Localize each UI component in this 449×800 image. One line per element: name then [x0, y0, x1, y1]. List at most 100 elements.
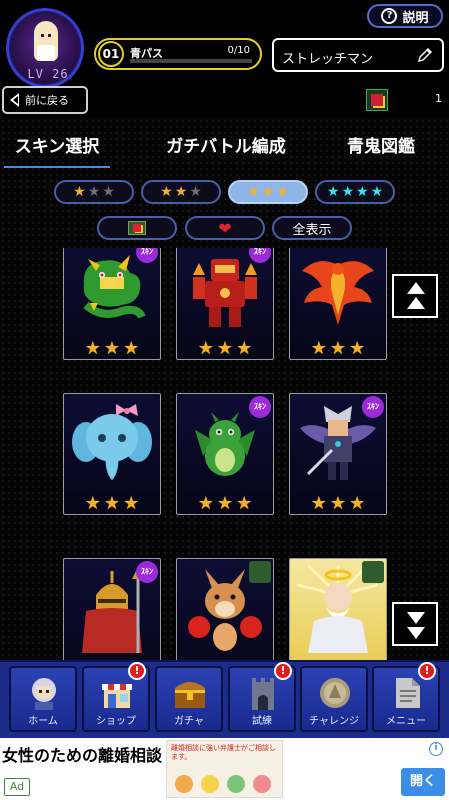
star-icon: ★	[103, 493, 121, 514]
star-icon: ★	[87, 184, 101, 200]
home-avatar-icon	[32, 678, 56, 710]
heart-icon: ❤	[218, 218, 232, 238]
star-icon: ★	[341, 184, 354, 200]
skin-card-green-baby-dragon[interactable]: ★ ★ ★ ｽｷﾝ	[176, 393, 274, 515]
nav-menu[interactable]: ! メニュー	[372, 662, 440, 732]
back-button[interactable]: 前に戻る	[2, 86, 88, 114]
skin-badge: ｽｷﾝ	[249, 396, 271, 418]
star-icon: ★	[189, 184, 202, 200]
nav-challenge[interactable]: チャレンジ	[300, 666, 368, 732]
skin-card-red-robot[interactable]: ★ ★ ★ ｽｷﾝ	[176, 248, 274, 360]
pass-progress[interactable]: 01 青パス 0/10	[94, 38, 262, 70]
skin-grid: ★ ★ ★ ｽｷﾝ ★ ★ ★ ｽｷﾝ ★ ★ ★ ★ ★ ★ ★ ★ ★ ｽｷ…	[0, 248, 449, 660]
star-icon: ★	[261, 184, 275, 200]
star-icon: ★	[247, 184, 260, 200]
help-label: 説明	[402, 10, 429, 26]
tab-bar: スキン選択 ガチバトル編成 青鬼図鑑	[0, 130, 449, 170]
info-icon[interactable]: i	[429, 742, 443, 756]
help-button[interactable]: ? 説明	[367, 4, 443, 28]
bottom-nav: ホーム ! ショップ ガチャ ! 試練 チャレンジ ! メニュー	[0, 660, 449, 738]
item-count: 1	[435, 92, 442, 105]
nav-trial[interactable]: ! 試練	[228, 662, 296, 732]
skin-card-phoenix[interactable]: ★ ★ ★	[289, 248, 387, 360]
star-icon: ★	[370, 184, 384, 200]
star-icon: ★	[236, 338, 253, 359]
pass-progress-bar	[130, 59, 252, 63]
skin-card-blue-elephant[interactable]: ★ ★ ★	[63, 393, 161, 515]
star-icon: ★	[276, 184, 289, 200]
scroll-down-button[interactable]	[392, 602, 438, 646]
star-icon: ★	[326, 184, 340, 200]
phoenix-icon	[302, 261, 374, 325]
star-icon: ★	[349, 493, 366, 514]
star-icon: ★	[329, 338, 347, 359]
item-box-icon	[249, 561, 271, 583]
star-icon: ★	[356, 184, 369, 200]
ad-image-text: 離婚相談に強い弁護士がご相談します。	[171, 744, 276, 761]
item-box-icon	[362, 561, 384, 583]
ad-title[interactable]: 女性のための離婚相談	[2, 742, 162, 766]
filter-2-star[interactable]: ★ ★ ★	[141, 180, 221, 204]
nav-shop[interactable]: ! ショップ	[82, 662, 150, 732]
blue-elephant-icon	[72, 404, 152, 480]
nav-menu-label: メニュー	[386, 716, 426, 727]
tab-battle-formation[interactable]: ガチバトル編成	[156, 130, 296, 166]
star-icon: ★	[123, 338, 140, 359]
filter-1-star[interactable]: ★ ★ ★	[54, 180, 134, 204]
star-filter-row: ★ ★ ★ ★ ★ ★ ★ ★ ★ ★ ★ ★ ★	[0, 180, 449, 206]
player-name-field[interactable]: ストレッチマン	[272, 38, 444, 72]
scroll-up-button[interactable]	[392, 274, 438, 318]
rarity-stars: ★ ★ ★	[177, 338, 273, 359]
star-icon: ★	[216, 493, 234, 514]
nav-trial-alert: !	[274, 662, 292, 680]
star-icon: ★	[197, 338, 214, 359]
ad-banner[interactable]: 女性のための離婚相談 Ad 離婚相談に強い弁護士がご相談します。 i 開く	[0, 738, 449, 800]
tab-skin-select[interactable]: スキン選択	[4, 130, 110, 168]
document-icon	[396, 678, 420, 708]
nav-trial-label: 試練	[252, 716, 272, 727]
show-all-label: 全表示	[292, 222, 332, 238]
nav-home[interactable]: ホーム	[9, 666, 77, 732]
back-label: 前に戻る	[25, 94, 69, 107]
pass-number: 01	[98, 41, 124, 67]
filter-favorite[interactable]: ❤	[185, 216, 265, 240]
back-triangle-icon	[10, 93, 19, 107]
skin-badge: ｽｷﾝ	[362, 396, 384, 418]
player-avatar[interactable]: LV 26	[6, 8, 84, 88]
ad-open-button[interactable]: 開く	[401, 768, 445, 796]
double-up-arrow-icon	[407, 297, 425, 309]
nav-home-label: ホーム	[28, 716, 58, 727]
nav-shop-alert: !	[128, 662, 146, 680]
star-icon: ★	[73, 184, 86, 200]
skin-card-boxing-kangaroo[interactable]	[176, 558, 274, 660]
player-level: LV 26	[27, 67, 69, 81]
double-down-arrow-icon	[407, 627, 425, 639]
star-icon: ★	[103, 338, 121, 359]
tab-monster-encyclopedia[interactable]: 青鬼図鑑	[336, 130, 426, 166]
skin-card-green-dragon[interactable]: ★ ★ ★ ｽｷﾝ	[63, 248, 161, 360]
skin-content: スキン選択 ガチバトル編成 青鬼図鑑 ★ ★ ★ ★ ★ ★ ★ ★ ★ ★ ★ ★ ★ ❤ 全表…	[0, 118, 449, 660]
double-up-arrow-icon	[407, 282, 425, 294]
tower-icon	[252, 678, 274, 710]
filter-item[interactable]	[97, 216, 177, 240]
rarity-stars: ★ ★ ★	[290, 493, 386, 514]
ad-label: Ad	[4, 778, 30, 796]
filter-4-star[interactable]: ★ ★ ★ ★	[315, 180, 395, 204]
skin-card-old-sage[interactable]	[289, 558, 387, 660]
nav-gacha-label: ガチャ	[174, 716, 204, 727]
question-circle-icon: ?	[381, 8, 398, 24]
nav-shop-label: ショップ	[96, 716, 136, 727]
star-icon: ★	[236, 493, 253, 514]
type-filter-row: ❤ 全表示	[0, 216, 449, 242]
filter-show-all[interactable]: 全表示	[272, 216, 352, 240]
skin-card-winged-warrior[interactable]: ★ ★ ★ ｽｷﾝ	[289, 393, 387, 515]
nav-gacha[interactable]: ガチャ	[155, 666, 223, 732]
pencil-icon[interactable]	[416, 46, 434, 64]
skin-card-golden-helmet-knight[interactable]: ｽｷﾝ	[63, 558, 161, 660]
item-box-icon	[366, 89, 388, 111]
filter-3-star[interactable]: ★ ★ ★	[228, 180, 308, 204]
nav-challenge-label: チャレンジ	[309, 716, 359, 727]
double-down-arrow-icon	[407, 612, 425, 624]
star-icon: ★	[216, 338, 234, 359]
ad-image[interactable]: 離婚相談に強い弁護士がご相談します。	[166, 740, 283, 798]
